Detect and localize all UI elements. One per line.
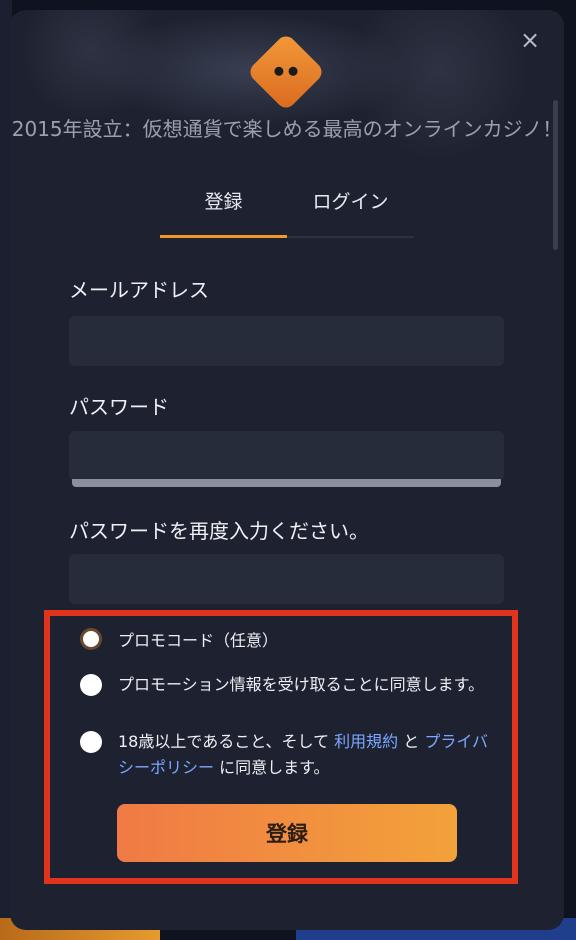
email-label: メールアドレス — [69, 278, 209, 302]
password-label: パスワード — [69, 395, 169, 419]
promo-code-radio[interactable] — [80, 628, 102, 650]
password-confirm-label: パスワードを再度入力ください。 — [69, 519, 369, 543]
age-terms-suffix: に同意します。 — [214, 758, 330, 777]
promotions-consent-option: プロモーション情報を受け取ることに同意します。 — [80, 672, 500, 698]
age-terms-and: と — [398, 732, 425, 751]
register-modal: × 2015年設立：仮想通貨で楽しめる最高のオンラインカジノ！ 登録 ログイン … — [10, 10, 564, 930]
logo-eye-left — [274, 66, 284, 76]
age-terms-option: 18歳以上であること、そして 利用規約 と プライバシーポリシー に同意します。 — [80, 729, 500, 781]
promotions-consent-radio[interactable] — [80, 674, 102, 696]
password-field[interactable] — [69, 431, 504, 481]
promo-code-option: プロモコード（任意） — [80, 628, 500, 654]
email-field[interactable] — [69, 316, 504, 366]
tab-register[interactable]: 登録 — [160, 190, 287, 234]
age-terms-label: 18歳以上であること、そして 利用規約 と プライバシーポリシー に同意します。 — [118, 729, 500, 781]
password-confirm-field[interactable] — [69, 554, 504, 604]
logo-eye-right — [288, 66, 298, 76]
password-strength-bar — [72, 479, 501, 487]
active-tab-indicator — [160, 235, 287, 238]
auth-tabs: 登録 ログイン — [160, 190, 414, 238]
promotions-consent-label: プロモーション情報を受け取ることに同意します。 — [118, 675, 485, 694]
terms-link[interactable]: 利用規約 — [334, 732, 398, 751]
close-icon[interactable]: × — [518, 28, 542, 52]
tab-login[interactable]: ログイン — [287, 190, 414, 234]
age-terms-prefix: 18歳以上であること、そして — [118, 732, 335, 751]
tagline: 2015年設立：仮想通貨で楽しめる最高のオンラインカジノ！ — [11, 117, 563, 141]
age-terms-radio[interactable] — [80, 731, 102, 753]
promo-code-label: プロモコード（任意） — [118, 631, 279, 650]
register-button[interactable]: 登録 — [117, 804, 457, 862]
